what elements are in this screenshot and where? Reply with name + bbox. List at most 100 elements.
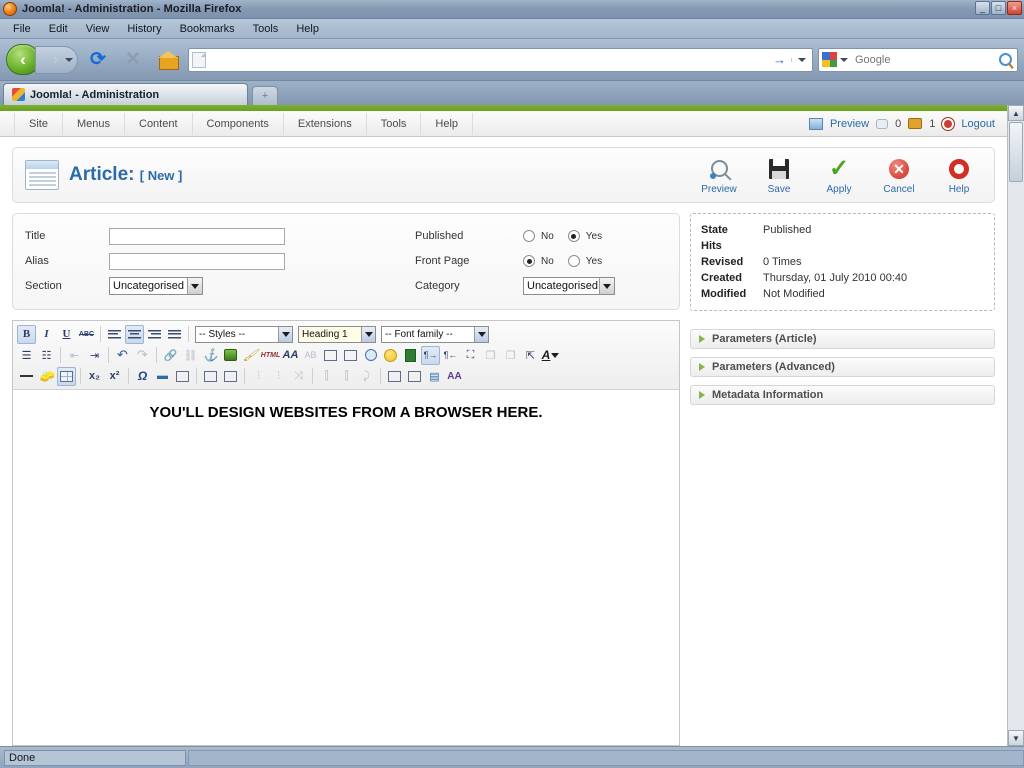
minimize-button[interactable]: _ (975, 1, 990, 15)
search-engine-chevron-icon[interactable] (840, 57, 848, 62)
accordion-parameters-advanced[interactable]: Parameters (Advanced) (690, 357, 995, 377)
insert-time-button[interactable] (341, 346, 360, 365)
superscript-button[interactable]: x² (105, 367, 124, 386)
insert-image-button[interactable] (221, 346, 240, 365)
italic-button[interactable]: I (37, 325, 56, 344)
preview-link[interactable]: Preview (830, 118, 869, 130)
joomla-menu-tools[interactable]: Tools (367, 112, 422, 135)
frontpage-no-radio[interactable] (523, 255, 535, 267)
close-button[interactable]: × (1007, 1, 1022, 15)
scrollbar-thumb[interactable] (1009, 122, 1023, 182)
paste-button[interactable]: ❐ (501, 346, 520, 365)
forward-button[interactable]: › (48, 51, 63, 68)
accordion-parameters-article[interactable]: Parameters (Article) (690, 329, 995, 349)
menu-item-tools[interactable]: Tools (244, 21, 288, 37)
go-button[interactable]: → (768, 52, 791, 67)
save-button[interactable]: Save (756, 156, 802, 195)
frontpage-yes-radio[interactable] (567, 255, 580, 267)
horizontal-rule-button[interactable] (17, 367, 36, 386)
indent-button[interactable]: ⇥ (85, 346, 104, 365)
menu-item-history[interactable]: History (118, 21, 170, 37)
edit-note-button[interactable] (173, 367, 192, 386)
menu-item-help[interactable]: Help (287, 21, 328, 37)
forward-button-group[interactable]: › (35, 45, 78, 74)
joomla-menu-extensions[interactable]: Extensions (284, 112, 367, 135)
published-no-radio[interactable] (523, 230, 535, 242)
article-jumper-button[interactable]: AA (445, 367, 464, 386)
anchor-icon[interactable]: ⚓ (201, 346, 220, 365)
editor-content-area[interactable]: YOU'LL DESIGN WEBSITES FROM A BROWSER HE… (13, 390, 679, 745)
messages-icon[interactable] (876, 118, 889, 129)
copy-button[interactable]: ❐ (481, 346, 500, 365)
menu-item-view[interactable]: View (77, 21, 119, 37)
stop-button[interactable]: ✕ (118, 45, 148, 75)
url-input[interactable] (210, 52, 768, 67)
format-select[interactable]: Heading 1 (298, 325, 376, 343)
logout-icon[interactable] (942, 117, 955, 130)
insert-col-after-button[interactable]: ⫿ (337, 367, 356, 386)
align-left-button[interactable] (105, 325, 124, 344)
strikethrough-button[interactable]: ABC (77, 325, 96, 344)
find-replace-button[interactable]: AB (301, 346, 320, 365)
insert-link-button[interactable]: 🔗 (161, 346, 180, 365)
page-scrollbar[interactable]: ▲ ▼ (1007, 105, 1024, 746)
chevron-down-icon[interactable] (187, 278, 202, 294)
chevron-down-icon[interactable] (361, 326, 375, 342)
insert-media-button[interactable] (401, 346, 420, 365)
insert-row-after-button[interactable]: ⫶ (269, 367, 288, 386)
users-icon[interactable] (908, 118, 923, 129)
apply-button[interactable]: ✓ Apply (816, 156, 862, 195)
logout-link[interactable]: Logout (961, 118, 995, 130)
redo-button[interactable]: ↷ (133, 346, 152, 365)
joomla-menu-site[interactable]: Site (14, 112, 63, 135)
template-button[interactable]: ▤ (425, 367, 444, 386)
joomla-menu-content[interactable]: Content (125, 112, 193, 135)
underline-button[interactable]: U (57, 325, 76, 344)
ordered-list-button[interactable]: ☷ (37, 346, 56, 365)
edit-html-button[interactable]: HTML (261, 346, 280, 365)
remove-format-button[interactable]: 🧽 (37, 367, 56, 386)
section-select[interactable]: Uncategorised (109, 277, 203, 295)
unlink-button[interactable]: ⛓ (181, 346, 200, 365)
rtl-button[interactable]: ¶← (441, 346, 460, 365)
maximize-button[interactable]: □ (991, 1, 1006, 15)
unordered-list-button[interactable]: ☰ (17, 346, 36, 365)
bold-button[interactable]: B (17, 324, 36, 344)
help-button[interactable]: Help (936, 156, 982, 195)
home-button[interactable] (153, 45, 183, 75)
insert-date-button[interactable] (321, 346, 340, 365)
find-button[interactable]: AA (281, 346, 300, 365)
table-props-button[interactable] (221, 367, 240, 386)
menu-item-bookmarks[interactable]: Bookmarks (171, 21, 244, 37)
emoticon-icon[interactable] (381, 346, 400, 365)
insert-col-before-button[interactable]: ⫿ (317, 367, 336, 386)
tab-joomla-administration[interactable]: Joomla! - Administration (3, 83, 248, 105)
cancel-button[interactable]: ✕ Cancel (876, 156, 922, 195)
insert-clock-button[interactable] (361, 346, 380, 365)
chevron-down-icon[interactable] (599, 278, 614, 294)
category-select[interactable]: Uncategorised (523, 277, 615, 295)
menu-item-file[interactable]: File (4, 21, 40, 37)
accordion-metadata-information[interactable]: Metadata Information (690, 385, 995, 405)
toggle-guidelines-button[interactable] (57, 366, 76, 386)
preview-button[interactable]: Preview (696, 156, 742, 195)
joomla-menu-help[interactable]: Help (421, 112, 474, 135)
reload-button[interactable]: ⟳ (83, 45, 113, 75)
title-input[interactable] (109, 227, 285, 245)
paste-text-button[interactable]: ⇱ (521, 346, 540, 365)
preview-icon[interactable] (808, 117, 823, 130)
joomla-menu-menus[interactable]: Menus (63, 112, 125, 135)
fullscreen-button[interactable]: ⛶ (461, 346, 480, 365)
merge-cells-button[interactable] (405, 367, 424, 386)
cleanup-button[interactable]: 🖌 (241, 346, 260, 365)
subscript-button[interactable]: x₂ (85, 367, 104, 386)
align-justify-button[interactable] (165, 325, 184, 344)
align-right-button[interactable] (145, 325, 164, 344)
outdent-button[interactable]: ⇤ (65, 346, 84, 365)
alias-input[interactable] (109, 252, 285, 270)
scrollbar-track[interactable] (1008, 121, 1024, 730)
undo-button[interactable]: ↶ (113, 346, 132, 365)
search-input[interactable] (853, 52, 999, 67)
styles-select[interactable]: -- Styles -- (195, 325, 293, 343)
chevron-down-icon[interactable] (474, 326, 488, 342)
